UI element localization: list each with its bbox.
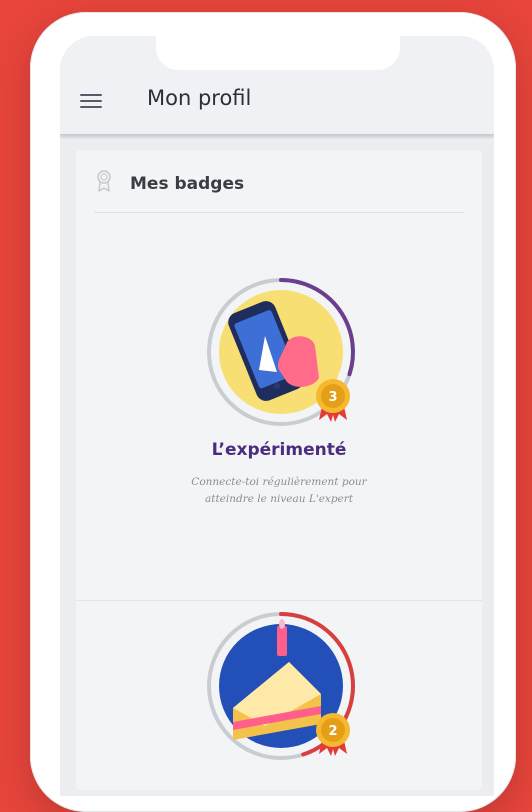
badge-separator (76, 600, 482, 601)
page-title: Mon profil (147, 86, 252, 110)
app-header: Mon profil (60, 36, 494, 135)
medal-outline-icon (97, 170, 111, 192)
badge-level: 3 (328, 390, 337, 405)
badge-title: L’expérimenté (211, 440, 347, 460)
badge-description: Connecte-toi régulièrement pour atteindr… (191, 476, 367, 505)
phone-notch (156, 36, 400, 70)
badges-card-header: Mes badges (76, 150, 482, 212)
hamburger-menu-icon[interactable] (80, 94, 102, 108)
divider (94, 212, 464, 213)
badges-card: Mes badges 3 L’expérimenté Connecte-toi … (76, 150, 482, 790)
medal-icon: 2 (316, 713, 350, 756)
badge-visual: 2 (203, 608, 359, 768)
badge-level: 2 (328, 724, 337, 739)
badge-visual: 3 (203, 274, 359, 434)
medal-icon: 3 (316, 379, 350, 422)
section-title: Mes badges (130, 174, 245, 194)
app-screen: Mon profil Mes badges 3 L’expérimenté Co… (60, 36, 494, 796)
